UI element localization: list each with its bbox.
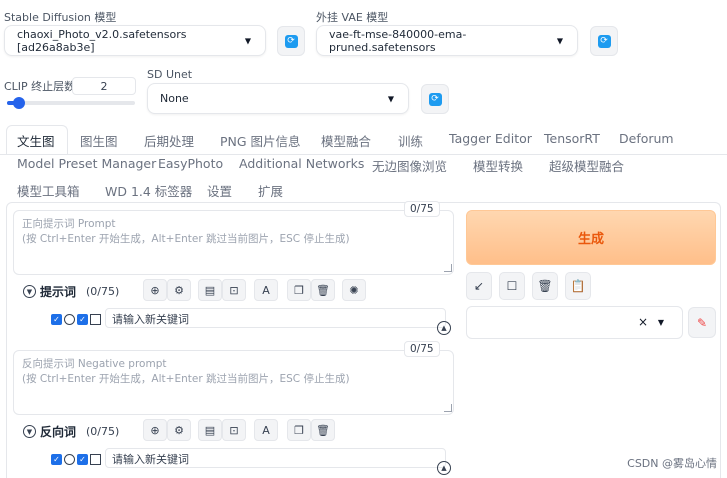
tab-merge[interactable]: 模型融合 xyxy=(321,131,371,150)
refresh-unet-button[interactable]: ⟳ xyxy=(421,84,449,114)
collapse-up-icon[interactable]: ▲ xyxy=(437,461,451,475)
negative-keyword-input[interactable]: 请输入新关键词 xyxy=(105,448,446,468)
prompt-section-title: 提示词 xyxy=(40,285,77,299)
prompt-section-count: (0/75) xyxy=(86,285,120,298)
model-select[interactable]: chaoxi_Photo_v2.0.safetensors [ad26a8ab3… xyxy=(4,25,266,56)
chevron-down-icon: ▼ xyxy=(244,36,251,45)
resize-handle-icon[interactable] xyxy=(444,264,452,272)
negative-prompt-textarea[interactable]: 反向提示词 Negative prompt (按 Ctrl+Enter 开始生成… xyxy=(13,350,454,415)
tab-train[interactable]: 训练 xyxy=(398,131,423,150)
unet-select[interactable]: None ▼ xyxy=(147,83,409,114)
clock-icon[interactable] xyxy=(64,313,75,325)
collapse-up-icon[interactable]: ▲ xyxy=(437,321,451,335)
tab-settings[interactable]: 设置 xyxy=(207,181,232,200)
negative-section-count: (0/75) xyxy=(86,425,120,438)
chevron-down-icon: ▼ xyxy=(387,94,394,103)
negative-token-counter: 0/75 xyxy=(404,341,440,357)
history-icon[interactable]: ▤ xyxy=(198,279,222,301)
negative-keyword-toggles: ✓ ✓ xyxy=(51,450,101,468)
negative-section-title: 反向词 xyxy=(40,425,77,439)
translate-icon[interactable]: A xyxy=(254,279,278,301)
tab-deforum[interactable]: Deforum xyxy=(619,131,674,146)
prompt-keyword-input[interactable]: 请输入新关键词 xyxy=(105,308,446,328)
copy-icon[interactable]: ❐ xyxy=(287,419,311,441)
tab-supermerger[interactable]: 超级模型融合 xyxy=(549,156,624,175)
tab-model-preset-manager[interactable]: Model Preset Manager xyxy=(17,156,156,171)
gear-icon[interactable]: ⚙ xyxy=(167,279,191,301)
copy-icon[interactable]: ❐ xyxy=(287,279,311,301)
prompt-token-counter: 0/75 xyxy=(404,201,440,217)
clipboard-icon[interactable]: 📋 xyxy=(565,272,591,300)
tab-png-info[interactable]: PNG 图片信息 xyxy=(220,131,301,150)
refresh-vae-button[interactable]: ⟳ xyxy=(590,26,618,56)
chevron-down-icon: ▼ xyxy=(23,425,36,438)
refresh-model-button[interactable]: ⟳ xyxy=(277,26,305,56)
tab-easyphoto[interactable]: EasyPhoto xyxy=(158,156,223,171)
model-value: chaoxi_Photo_v2.0.safetensors [ad26a8ab3… xyxy=(17,27,187,54)
pencil-icon[interactable]: ✎ xyxy=(688,307,716,338)
refresh-icon: ⟳ xyxy=(428,92,442,106)
trash-icon[interactable]: 🗑 xyxy=(311,279,335,301)
prompt-keyword-toggles: ✓ ✓ xyxy=(51,310,101,328)
clip-slider-thumb[interactable] xyxy=(13,97,25,109)
chevron-down-icon[interactable]: ▼ xyxy=(658,318,664,327)
clear-icon[interactable]: × xyxy=(638,315,648,329)
chevron-down-icon: ▼ xyxy=(23,285,36,298)
arrow-down-left-icon[interactable]: ↙ xyxy=(466,272,492,300)
vae-label: 外挂 VAE 模型 xyxy=(316,11,389,24)
globe-icon[interactable]: ⊕ xyxy=(143,419,167,441)
checkbox-icon[interactable]: ✓ xyxy=(77,313,88,325)
tab-infinite-image-browsing[interactable]: 无边图像浏览 xyxy=(372,156,447,175)
prompt-textarea[interactable]: 正向提示词 Prompt (按 Ctrl+Enter 开始生成，Alt+Ente… xyxy=(13,210,454,275)
panel-icon[interactable] xyxy=(90,453,101,465)
refresh-icon: ⟳ xyxy=(284,34,298,48)
trash-icon[interactable]: 🗑 xyxy=(532,272,558,300)
tab-tagger-editor[interactable]: Tagger Editor xyxy=(449,131,532,146)
vae-value: vae-ft-mse-840000-ema-pruned.safetensors xyxy=(329,27,467,54)
clip-number-input[interactable]: 2 xyxy=(72,77,136,95)
clip-label: CLIP 终止层数 xyxy=(4,80,76,93)
square-icon[interactable]: ☐ xyxy=(499,272,525,300)
history-icon[interactable]: ▤ xyxy=(198,419,222,441)
tab-extras[interactable]: 后期处理 xyxy=(144,131,194,150)
globe-icon[interactable]: ⊕ xyxy=(143,279,167,301)
checkbox-icon[interactable]: ✓ xyxy=(77,453,88,465)
openai-icon[interactable]: ✺ xyxy=(342,279,366,301)
checkbox-icon[interactable]: ✓ xyxy=(51,453,62,465)
vae-select[interactable]: vae-ft-mse-840000-ema-pruned.safetensors… xyxy=(316,25,578,56)
styles-select[interactable]: × ▼ xyxy=(466,306,683,339)
bookmark-icon[interactable]: ⊡ xyxy=(222,279,246,301)
panel-icon[interactable] xyxy=(90,313,101,325)
checkbox-icon[interactable]: ✓ xyxy=(51,313,62,325)
unet-label: SD Unet xyxy=(147,68,193,81)
clock-icon[interactable] xyxy=(64,453,75,465)
tab-txt2img[interactable]: 文生图 xyxy=(17,131,55,150)
resize-handle-icon[interactable] xyxy=(444,404,452,412)
refresh-icon: ⟳ xyxy=(597,34,611,48)
unet-value: None xyxy=(160,92,189,105)
negative-section-header[interactable]: ▼ 反向词 (0/75) xyxy=(23,423,119,440)
trash-icon[interactable]: 🗑 xyxy=(311,419,335,441)
tab-model-convert[interactable]: 模型转换 xyxy=(473,156,523,175)
gear-icon[interactable]: ⚙ xyxy=(167,419,191,441)
chevron-down-icon: ▼ xyxy=(556,36,563,45)
tab-divider xyxy=(0,154,727,155)
generate-button[interactable]: 生成 xyxy=(466,210,716,265)
clip-slider[interactable] xyxy=(7,97,135,109)
tab-extensions[interactable]: 扩展 xyxy=(258,181,283,200)
watermark: CSDN @雾岛心情 xyxy=(627,457,717,470)
tab-img2img[interactable]: 图生图 xyxy=(80,131,118,150)
translate-icon[interactable]: A xyxy=(254,419,278,441)
tab-additional-networks[interactable]: Additional Networks xyxy=(239,156,364,171)
model-label: Stable Diffusion 模型 xyxy=(4,11,117,24)
tab-model-toolkit[interactable]: 模型工具箱 xyxy=(17,181,80,200)
bookmark-icon[interactable]: ⊡ xyxy=(222,419,246,441)
tab-tensorrt[interactable]: TensorRT xyxy=(544,131,600,146)
prompt-section-header[interactable]: ▼ 提示词 (0/75) xyxy=(23,283,119,300)
tab-wd14-tagger[interactable]: WD 1.4 标签器 xyxy=(105,181,192,200)
